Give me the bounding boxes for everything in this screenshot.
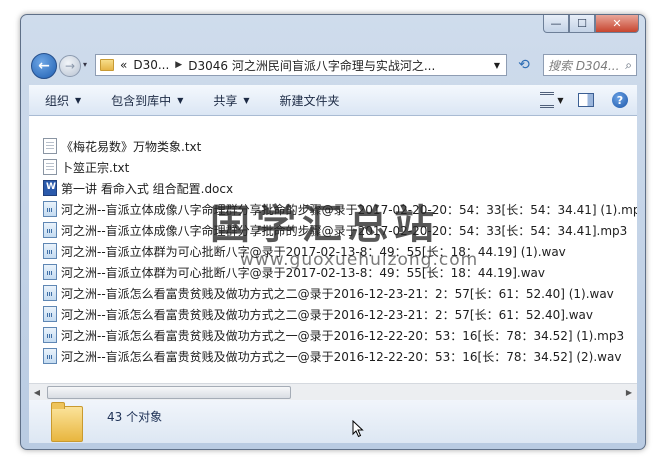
- change-view-button[interactable]: ▼: [539, 89, 565, 111]
- maximize-button[interactable]: ☐: [569, 15, 595, 33]
- address-dropdown-icon[interactable]: ▼: [494, 61, 500, 70]
- file-row[interactable]: 河之洲--盲派怎么看富贵贫贱及做功方式之二@录于2016-12-23-21：2：…: [43, 304, 593, 324]
- file-list: 《梅花易数》万物类象.txt 卜筮正宗.txt 第一讲 看命入式 组合配置.docx…: [29, 116, 637, 383]
- file-name: 河之洲--盲派立体成像八字命理群分享批命的步骤@录于2017-02-20-20：…: [61, 202, 637, 217]
- address-segment-current[interactable]: D3046 河之洲民间盲派八字命理与实战河之...: [188, 57, 435, 74]
- file-name: 卜筮正宗.txt: [61, 160, 130, 175]
- search-input[interactable]: 搜索 D304...: [548, 57, 619, 74]
- file-row[interactable]: 《梅花易数》万物类象.txt: [43, 136, 201, 156]
- back-arrow-icon: ←: [38, 58, 50, 74]
- help-button[interactable]: ?: [607, 89, 633, 111]
- media-file-icon: [43, 306, 57, 322]
- search-icon: ⌕: [625, 57, 632, 72]
- scroll-left-icon[interactable]: ◀: [29, 384, 45, 400]
- file-row[interactable]: 河之洲--盲派怎么看富贵贫贱及做功方式之一@录于2016-12-22-20：53…: [43, 325, 624, 345]
- forward-arrow-icon: →: [64, 59, 76, 73]
- command-bar: 组织 ▼ 包含到库中 ▼ 共享 ▼ 新建文件夹 ▼ ?: [29, 85, 637, 116]
- scroll-right-icon[interactable]: ▶: [621, 384, 637, 400]
- organize-menu[interactable]: 组织 ▼: [45, 92, 81, 109]
- back-button[interactable]: ←: [31, 53, 57, 79]
- share-menu[interactable]: 共享 ▼: [213, 92, 249, 109]
- address-bar[interactable]: « D30... ▶ D3046 河之洲民间盲派八字命理与实战河之... ▼: [95, 54, 507, 76]
- organize-label: 组织: [45, 93, 70, 108]
- toolbar-right: ▼ ?: [531, 89, 637, 111]
- file-name: 河之洲--盲派立体群为可心批断八字@录于2017-02-13-8：49：55[长…: [61, 244, 566, 259]
- minimize-button[interactable]: —: [543, 15, 569, 33]
- file-row[interactable]: 河之洲--盲派怎么看富贵贫贱及做功方式之一@录于2016-12-22-20：53…: [43, 346, 621, 366]
- file-row[interactable]: 河之洲--盲派立体成像八字命理群分享批命的步骤@录于2017-02-20-20：…: [43, 220, 627, 240]
- new-folder-label: 新建文件夹: [279, 93, 340, 108]
- media-file-icon: [43, 201, 57, 217]
- horizontal-scrollbar[interactable]: ◀ ▶: [29, 383, 637, 400]
- word-document-icon: [43, 180, 57, 196]
- file-name: 《梅花易数》万物类象.txt: [61, 139, 202, 154]
- caption-buttons: — ☐ ✕: [543, 15, 639, 33]
- views-icon: [540, 92, 555, 108]
- mouse-cursor-icon: [352, 420, 364, 438]
- address-overflow[interactable]: «: [120, 58, 127, 72]
- chevron-down-icon: ▼: [557, 95, 564, 105]
- include-label: 包含到库中: [111, 93, 172, 108]
- address-separator-icon[interactable]: ▶: [175, 60, 182, 70]
- item-count: 43 个对象: [107, 410, 163, 424]
- file-name: 河之洲--盲派立体成像八字命理群分享批命的步骤@录于2017-02-20-20：…: [61, 223, 628, 238]
- forward-button[interactable]: →: [59, 55, 81, 77]
- folder-icon: [100, 59, 114, 71]
- share-label: 共享: [213, 93, 238, 108]
- file-row[interactable]: 河之洲--盲派怎么看富贵贫贱及做功方式之二@录于2016-12-23-21：2：…: [43, 283, 614, 303]
- chevron-down-icon: ▼: [75, 95, 82, 105]
- address-segment-parent[interactable]: D30...: [133, 58, 169, 72]
- text-file-icon: [43, 138, 57, 154]
- media-file-icon: [43, 327, 57, 343]
- close-button[interactable]: ✕: [595, 15, 639, 33]
- chevron-down-icon: ▼: [177, 95, 184, 105]
- media-file-icon: [43, 264, 57, 280]
- help-icon: ?: [612, 92, 628, 108]
- file-row[interactable]: 河之洲--盲派立体群为可心批断八字@录于2017-02-13-8：49：55[长…: [43, 262, 545, 282]
- media-file-icon: [43, 243, 57, 259]
- media-file-icon: [43, 348, 57, 364]
- scroll-thumb[interactable]: [47, 386, 291, 399]
- refresh-button[interactable]: ⟲: [513, 54, 535, 76]
- navigation-bar: ← → ▾ « D30... ▶ D3046 河之洲民间盲派八字命理与实战河之.…: [29, 51, 637, 81]
- chevron-down-icon: ▼: [243, 95, 250, 105]
- search-box[interactable]: 搜索 D304... ⌕: [543, 54, 637, 76]
- recent-pages-button[interactable]: ▾: [83, 60, 87, 69]
- file-name: 第一讲 看命入式 组合配置.docx: [61, 181, 234, 196]
- media-file-icon: [43, 285, 57, 301]
- include-in-library-menu[interactable]: 包含到库中 ▼: [111, 92, 183, 109]
- refresh-icon: ⟲: [518, 57, 530, 73]
- file-name: 河之洲--盲派怎么看富贵贫贱及做功方式之一@录于2016-12-22-20：53…: [61, 349, 622, 364]
- file-row[interactable]: 河之洲--盲派立体群为可心批断八字@录于2017-02-13-8：49：55[长…: [43, 241, 566, 261]
- details-pane: 43 个对象: [29, 400, 637, 443]
- file-name: 河之洲--盲派立体群为可心批断八字@录于2017-02-13-8：49：55[长…: [61, 265, 545, 280]
- media-file-icon: [43, 222, 57, 238]
- file-name: 河之洲--盲派怎么看富贵贫贱及做功方式之二@录于2016-12-23-21：2：…: [61, 307, 593, 322]
- folder-icon: [51, 402, 83, 442]
- file-row[interactable]: 河之洲--盲派立体成像八字命理群分享批命的步骤@录于2017-02-20-20：…: [43, 199, 637, 219]
- preview-pane-icon: [578, 93, 594, 107]
- preview-pane-button[interactable]: [573, 89, 599, 111]
- file-name: 河之洲--盲派怎么看富贵贫贱及做功方式之一@录于2016-12-22-20：53…: [61, 328, 625, 343]
- new-folder-button[interactable]: 新建文件夹: [280, 92, 340, 109]
- explorer-window: — ☐ ✕ ← → ▾ « D30... ▶ D3046 河之洲民间盲派八字命理…: [20, 14, 646, 450]
- text-file-icon: [43, 159, 57, 175]
- file-row[interactable]: 卜筮正宗.txt: [43, 157, 129, 177]
- chevron-down-icon: ▾: [83, 60, 88, 69]
- file-row[interactable]: 第一讲 看命入式 组合配置.docx: [43, 178, 233, 198]
- file-name: 河之洲--盲派怎么看富贵贫贱及做功方式之二@录于2016-12-23-21：2：…: [61, 286, 614, 301]
